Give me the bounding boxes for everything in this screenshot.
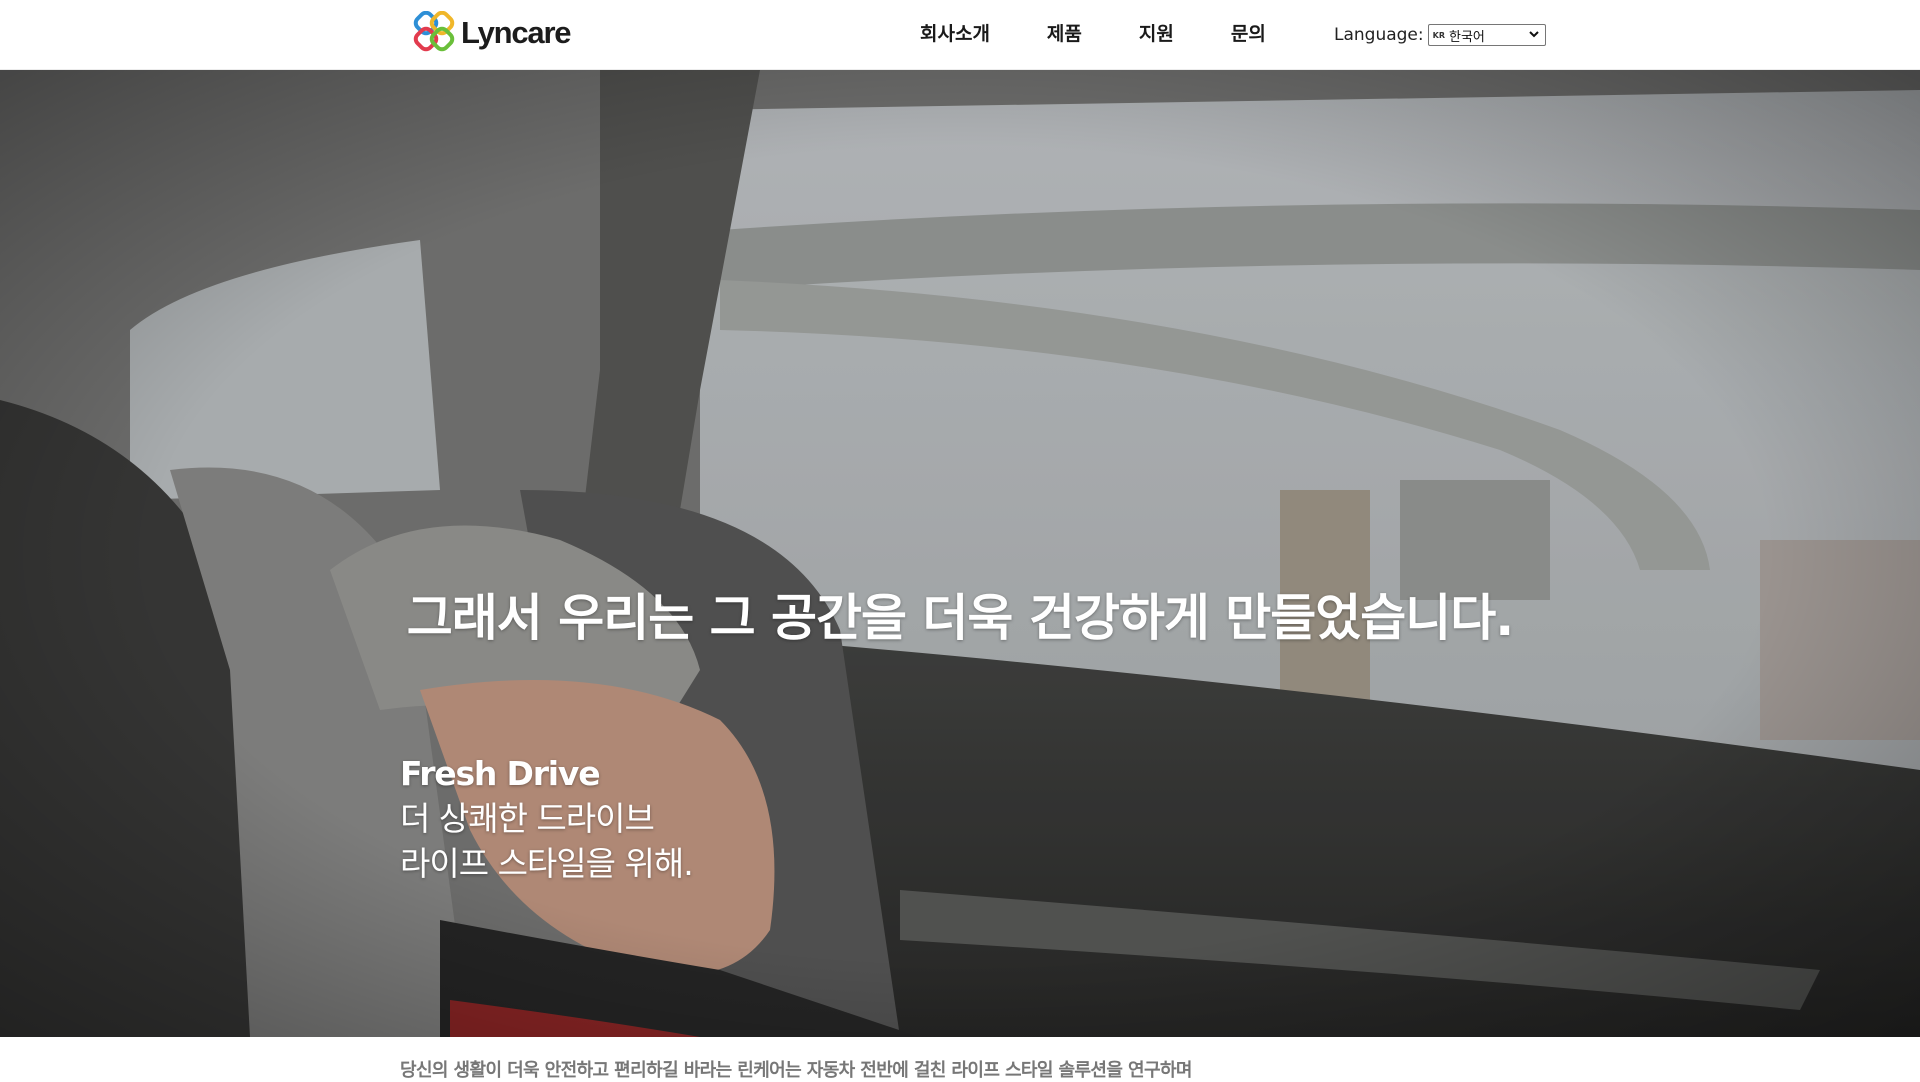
hero-title: Fresh Drive (400, 754, 601, 793)
main-nav: 회사소개 제품 지원 문의 (920, 19, 1323, 46)
intro-text: 당신의 생활이 더욱 안전하고 편리하길 바라는 린케어는 자동차 전반에 걸친… (400, 1060, 1192, 1081)
hero-banner: 그래서 우리는 그 공간을 더욱 건강하게 만들었습니다. Fresh Driv… (0, 70, 1920, 1037)
site-header: Lyncare 회사소개 제품 지원 문의 Language: KR 한국어 (0, 0, 1920, 70)
hero-subtitle-line-2: 라이프 스타일을 위해. (400, 844, 694, 883)
language-label: Language: (1334, 25, 1424, 45)
chevron-down-icon (1528, 31, 1539, 38)
nav-item-support[interactable]: 지원 (1139, 19, 1174, 46)
logo[interactable]: Lyncare (413, 11, 572, 55)
language-selected-value: 한국어 (1448, 29, 1485, 45)
intro-strip: 당신의 생활이 더욱 안전하고 편리하길 바라는 린케어는 자동차 전반에 걸친… (0, 1037, 1920, 1081)
nav-item-contact[interactable]: 문의 (1231, 19, 1266, 46)
language-select[interactable]: KR 한국어 (1427, 24, 1546, 46)
hero-copy: Fresh Drive 더 상쾌한 드라이브 라이프 스타일을 위해. (400, 752, 694, 886)
flag-icon: KR (1432, 30, 1445, 40)
hero-tagline: 그래서 우리는 그 공간을 더욱 건강하게 만들었습니다. (406, 589, 1514, 647)
lyncare-logo-icon (413, 11, 455, 52)
hero-subtitle-line-1: 더 상쾌한 드라이브 (400, 799, 655, 838)
hero-background-image (0, 70, 1920, 1037)
logo-text: Lyncare (461, 15, 572, 50)
nav-item-company[interactable]: 회사소개 (920, 19, 990, 46)
nav-item-products[interactable]: 제품 (1047, 19, 1082, 46)
language-switcher: Language: KR 한국어 (1334, 24, 1546, 46)
